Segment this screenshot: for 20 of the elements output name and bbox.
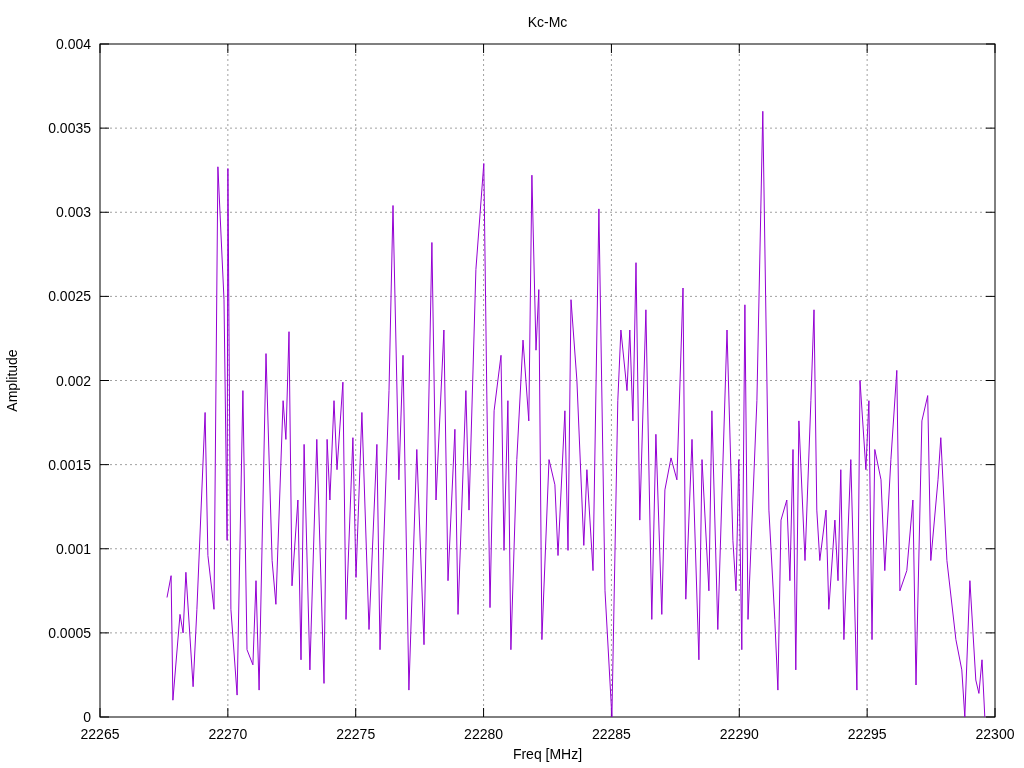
- y-tick-label: 0.0015: [48, 456, 91, 473]
- y-tick-label: 0.004: [55, 36, 91, 52]
- x-tick-label: 22265: [80, 726, 120, 742]
- x-tick-label: 22290: [719, 726, 759, 742]
- y-tick-label: 0.003: [55, 204, 91, 221]
- x-tick-label: 22300: [975, 726, 1015, 742]
- y-tick-label: 0.002: [55, 372, 91, 389]
- x-tick-label: 22280: [464, 726, 504, 742]
- y-tick-label: 0.0025: [48, 288, 91, 305]
- x-tick-label: 22295: [847, 726, 887, 742]
- x-axis-label: Freq [MHz]: [512, 746, 583, 762]
- y-tick-label: 0.0035: [48, 120, 91, 137]
- y-tick-label: 0.0005: [48, 624, 91, 641]
- y-tick-label: 0.001: [55, 540, 91, 557]
- y-axis-label: Amplitude: [4, 349, 20, 412]
- x-tick-label: 22285: [591, 726, 631, 742]
- chart-title: Kc-Mc: [527, 14, 568, 30]
- x-tick-label: 22275: [336, 726, 376, 742]
- x-tick-label: 22270: [208, 726, 248, 742]
- y-tick-label: 0: [83, 709, 91, 725]
